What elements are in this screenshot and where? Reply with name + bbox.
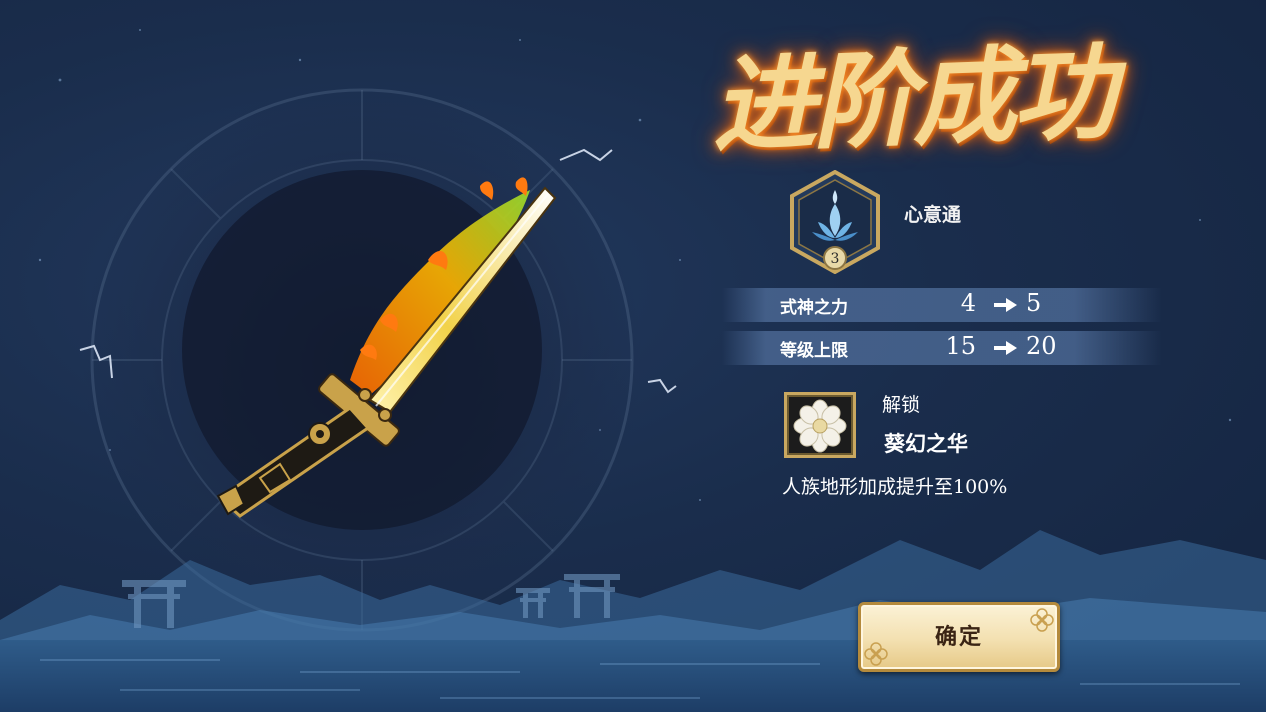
stat-label: 等级上限	[780, 341, 848, 361]
unlock-item-frame	[784, 392, 856, 458]
water-surface	[0, 640, 1266, 712]
unlock-description: 人族地形加成提升至100%	[782, 476, 1008, 498]
unlock-label: 解锁	[882, 394, 921, 416]
confirm-button[interactable]: 确定	[858, 602, 1060, 672]
skill-level-number: 3	[831, 251, 840, 267]
stat-new-value: 20	[1026, 332, 1057, 360]
skill-badge: 3	[790, 170, 880, 274]
stat-label: 式神之力	[780, 298, 848, 318]
advancement-success-title: 进阶成功	[709, 30, 1115, 168]
stat-old-value: 15	[945, 332, 976, 360]
advancement-result-screen: 进阶成功 3 心意通 式神之力 4 5 等级上限 15 20 解锁 葵幻之华 人…	[0, 0, 1266, 712]
sword-handle	[216, 406, 371, 518]
confirm-button-label: 确定	[934, 624, 983, 650]
skill-name: 心意通	[904, 204, 962, 226]
unlock-skill-name: 葵幻之华	[884, 431, 968, 456]
stat-row-level-cap: 等级上限 15 20	[722, 331, 1162, 365]
flaming-sword-art	[216, 177, 557, 518]
white-flower-icon	[793, 399, 847, 453]
arrow-right-icon	[994, 298, 1017, 312]
arrow-right-icon	[994, 341, 1017, 355]
stat-row-power: 式神之力 4 5	[722, 288, 1162, 322]
stat-new-value: 5	[1026, 289, 1042, 317]
stat-old-value: 4	[960, 289, 976, 317]
flame-aura	[350, 177, 530, 395]
